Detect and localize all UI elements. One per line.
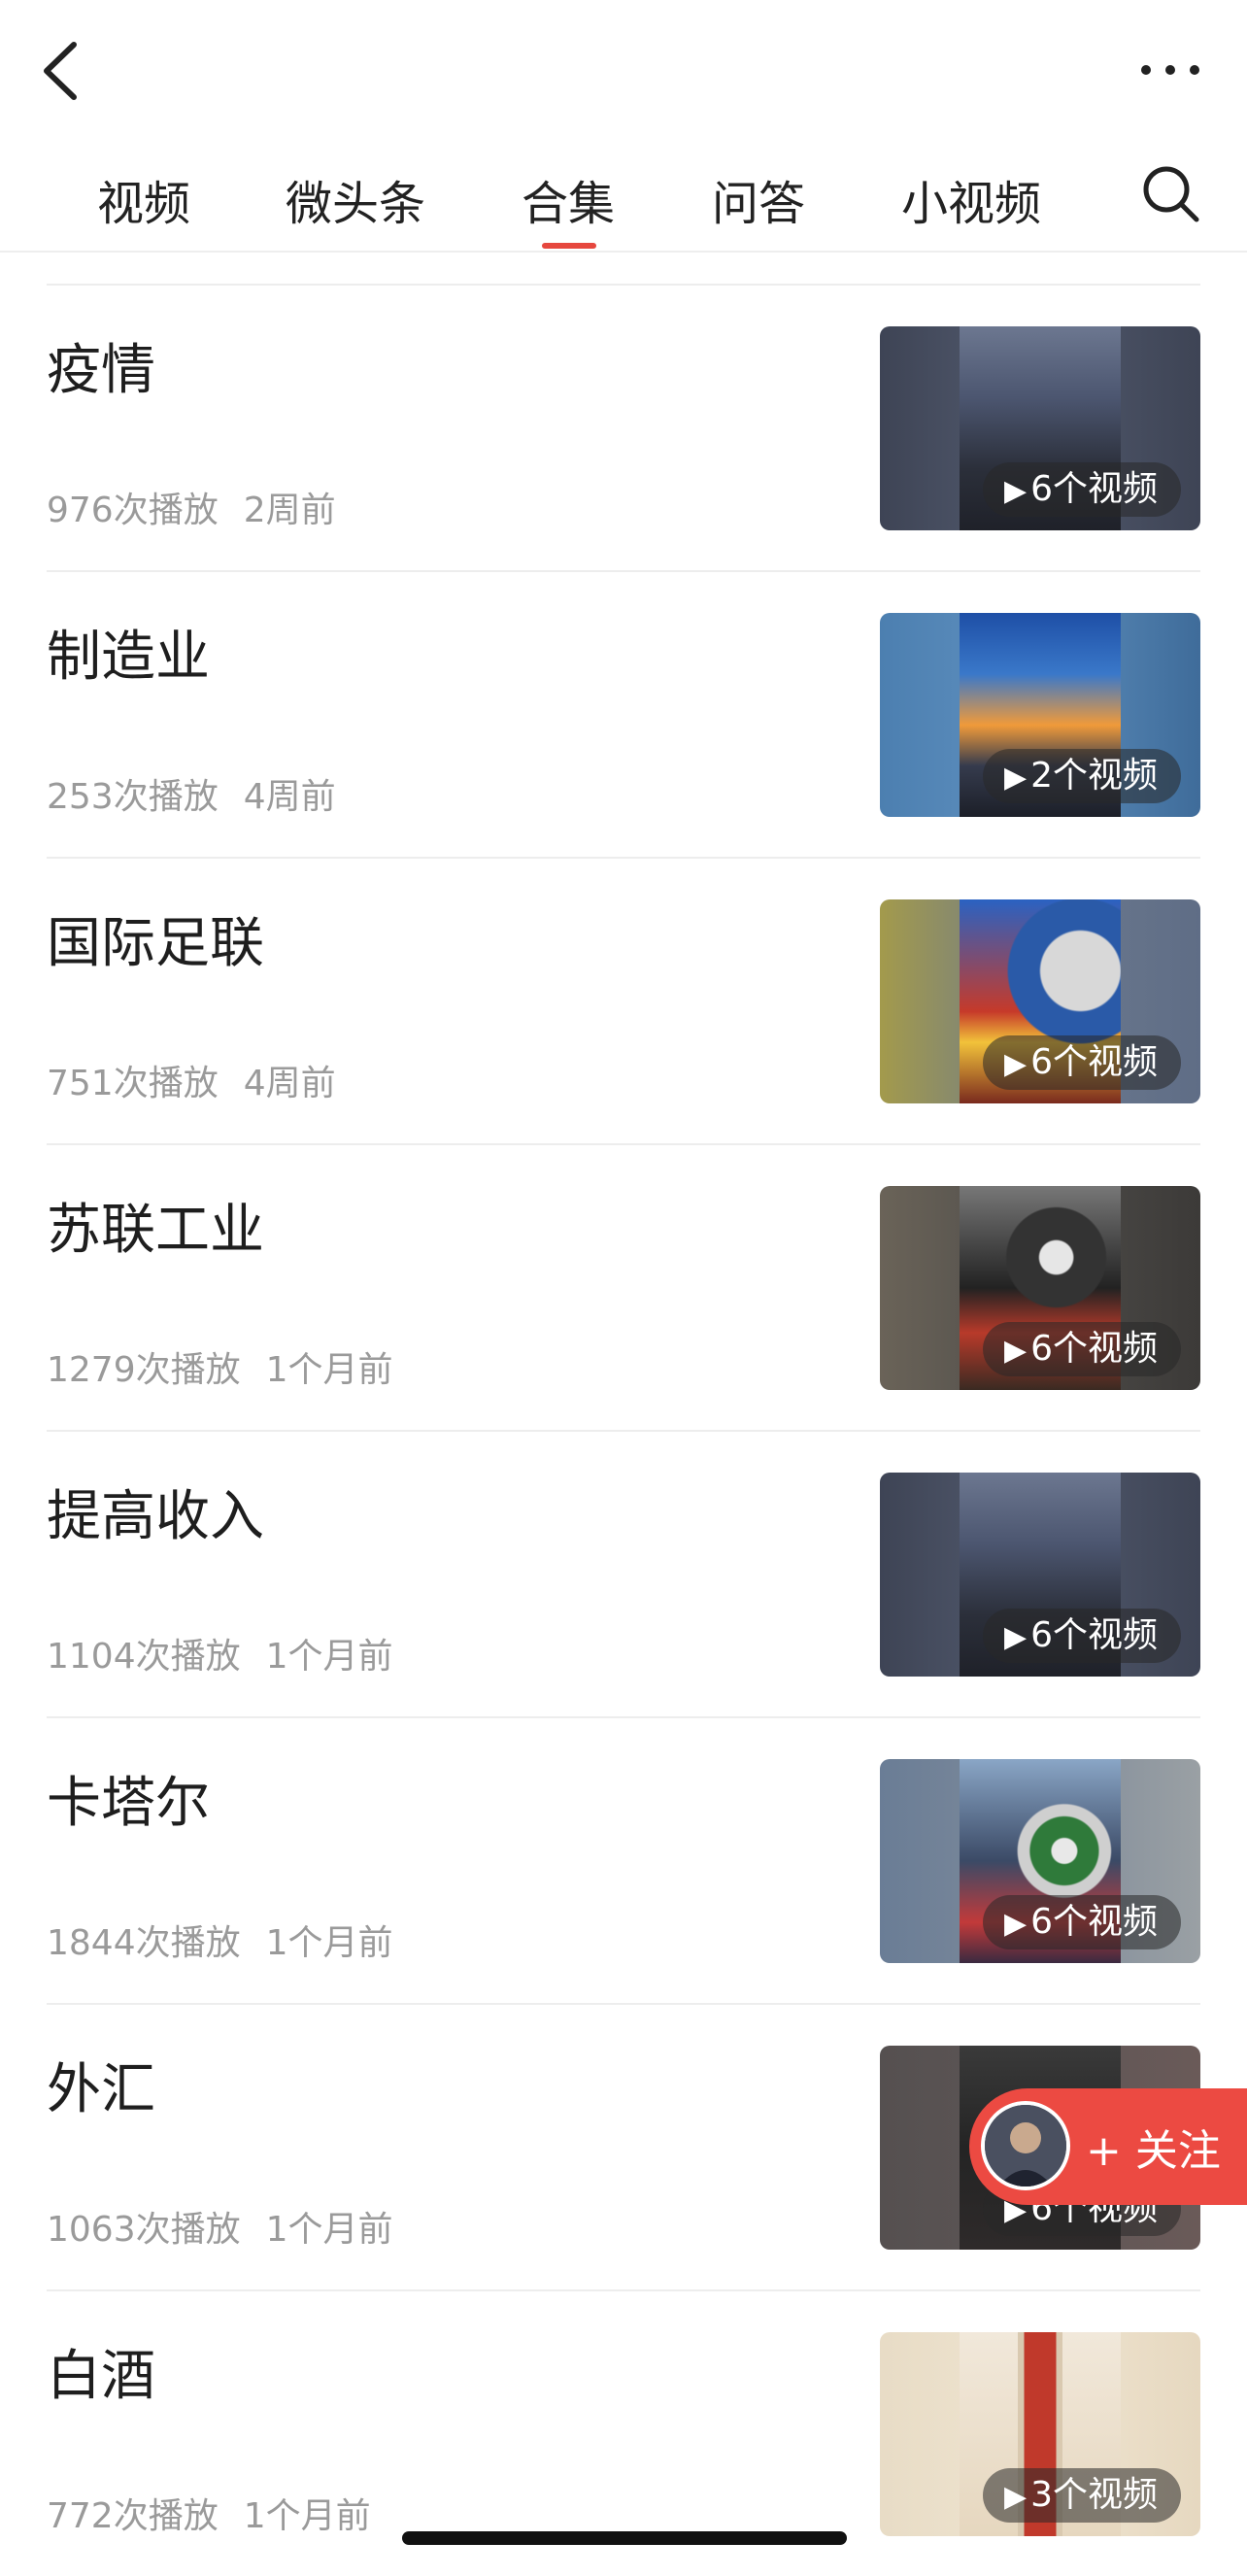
tab-qa[interactable]: 问答 [712,165,805,233]
timestamp: 2周前 [243,491,336,530]
timestamp: 1个月前 [265,1637,393,1677]
play-count: 1063次播放 [47,2210,241,2250]
collection-meta: 1279次播放 1个月前 [47,1341,393,1392]
collection-meta: 1063次播放 1个月前 [47,2201,393,2252]
collection-title: 疫情 [47,339,155,402]
collection-title: 卡塔尔 [47,1772,210,1835]
play-icon: ▶ [1004,761,1028,795]
video-count-badge: ▶ 6个视频 [983,1322,1181,1376]
divider [47,1430,1200,1432]
play-count: 976次播放 [47,491,219,530]
collection-thumbnail[interactable]: ▶ 6个视频 [880,1759,1200,1963]
active-tab-indicator [542,243,596,249]
collection-meta: 1844次播放 1个月前 [47,1915,393,1965]
timestamp: 1个月前 [265,1923,393,1963]
play-icon: ▶ [1004,1620,1028,1654]
list-item[interactable]: 制造业 253次播放 4周前 ▶ 2个视频 [0,570,1247,857]
list-item[interactable]: 提高收入 1104次播放 1个月前 ▶ 6个视频 [0,1430,1247,1716]
collection-thumbnail[interactable]: ▶ 6个视频 [880,1473,1200,1677]
divider [47,570,1200,572]
collection-meta: 253次播放 4周前 [47,768,336,819]
collection-title: 国际足联 [47,912,264,975]
timestamp: 4周前 [243,777,336,817]
collection-title: 提高收入 [47,1485,264,1548]
play-count: 1104次播放 [47,1637,241,1677]
collection-thumbnail[interactable]: ▶ 6个视频 [880,899,1200,1103]
collection-meta: 772次播放 1个月前 [47,2488,371,2538]
collection-meta: 976次播放 2周前 [47,482,336,532]
list-item[interactable]: 疫情 976次播放 2周前 ▶ 6个视频 [0,284,1247,570]
collection-thumbnail[interactable]: ▶ 6个视频 [880,326,1200,530]
divider [47,2003,1200,2005]
tab-bar: 视频 微头条 合集 问答 小视频 [0,146,1247,253]
timestamp: 4周前 [243,1064,336,1103]
collection-meta: 751次播放 4周前 [47,1055,336,1105]
collection-thumbnail[interactable]: ▶ 3个视频 [880,2332,1200,2536]
search-icon[interactable] [1138,161,1202,225]
timestamp: 1个月前 [265,2210,393,2250]
list-item[interactable]: 卡塔尔 1844次播放 1个月前 ▶ 6个视频 [0,1716,1247,2003]
play-count: 751次播放 [47,1064,219,1103]
play-icon: ▶ [1004,1334,1028,1368]
tab-collections[interactable]: 合集 [522,165,615,233]
collection-thumbnail[interactable]: ▶ 2个视频 [880,613,1200,817]
follow-label: + 关注 [1086,2126,1221,2176]
collection-title: 制造业 [47,626,210,689]
list-item[interactable]: 苏联工业 1279次播放 1个月前 ▶ 6个视频 [0,1143,1247,1430]
tab-weitoutiao[interactable]: 微头条 [286,165,425,233]
divider [47,1143,1200,1145]
video-count-badge: ▶ 6个视频 [983,462,1181,517]
play-count: 1279次播放 [47,1350,241,1390]
home-indicator [402,2531,847,2545]
tabs-divider [0,251,1247,253]
video-count-badge: ▶ 6个视频 [983,1895,1181,1949]
avatar-portrait-icon [985,2105,1066,2186]
collection-title: 苏联工业 [47,1199,264,1262]
follow-button[interactable]: + 关注 [969,2088,1247,2205]
chevron-left-icon[interactable] [35,37,93,105]
divider [47,2289,1200,2291]
play-icon: ▶ [1004,2480,1028,2514]
timestamp: 1个月前 [243,2496,371,2536]
video-count-badge: ▶ 3个视频 [983,2468,1181,2523]
more-dots-icon[interactable] [1136,51,1204,89]
collection-title: 白酒 [47,2345,155,2408]
tab-video[interactable]: 视频 [97,165,190,233]
timestamp: 1个月前 [265,1350,393,1390]
play-icon: ▶ [1004,1907,1028,1941]
divider [47,857,1200,859]
divider [47,1716,1200,1718]
video-count-badge: ▶ 2个视频 [983,749,1181,803]
play-count: 772次播放 [47,2496,219,2536]
collection-title: 外汇 [47,2058,155,2121]
top-bar [0,0,1247,146]
play-count: 253次播放 [47,777,219,817]
play-count: 1844次播放 [47,1923,241,1963]
collection-meta: 1104次播放 1个月前 [47,1628,393,1678]
user-avatar [981,2101,1070,2190]
divider [47,284,1200,286]
tab-short-video[interactable]: 小视频 [901,165,1041,233]
video-count-badge: ▶ 6个视频 [983,1609,1181,1663]
play-icon: ▶ [1004,474,1028,508]
video-count-badge: ▶ 6个视频 [983,1035,1181,1090]
play-icon: ▶ [1004,1047,1028,1081]
collection-thumbnail[interactable]: ▶ 6个视频 [880,1186,1200,1390]
list-item[interactable]: 国际足联 751次播放 4周前 ▶ 6个视频 [0,857,1247,1143]
